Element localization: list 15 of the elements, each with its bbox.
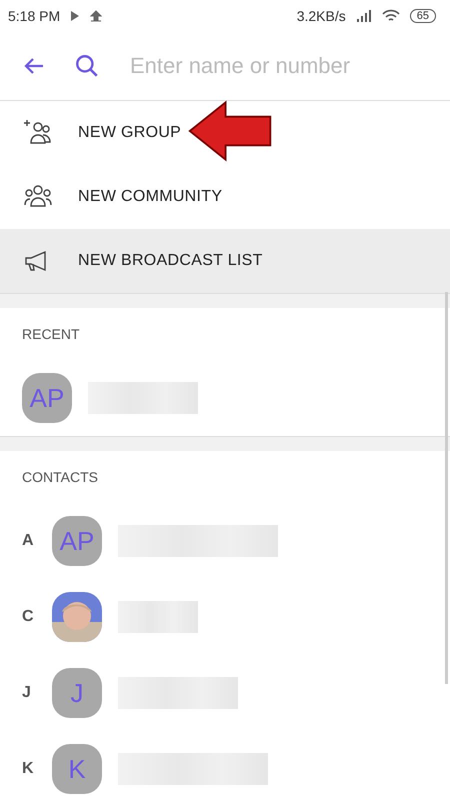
index-letter: K [22,760,35,778]
search-field[interactable]: Enter name or number [128,52,428,80]
avatar: AP [22,373,72,423]
index-letter: J [22,684,32,702]
avatar: K [52,744,102,794]
avatar: AP [52,516,102,566]
avatar: J [52,668,102,718]
status-time: 5:18 PM [8,8,60,24]
section-header: CONTACTS [21,468,99,487]
network-speed: 3.2KB/s [296,8,346,24]
battery-level: 65 [410,9,436,23]
index-letter: C [22,608,35,626]
section-header: RECENT [21,325,81,344]
menu-item[interactable]: NEW BROADCAST LIST [0,229,450,293]
index-letter: A [22,532,35,550]
